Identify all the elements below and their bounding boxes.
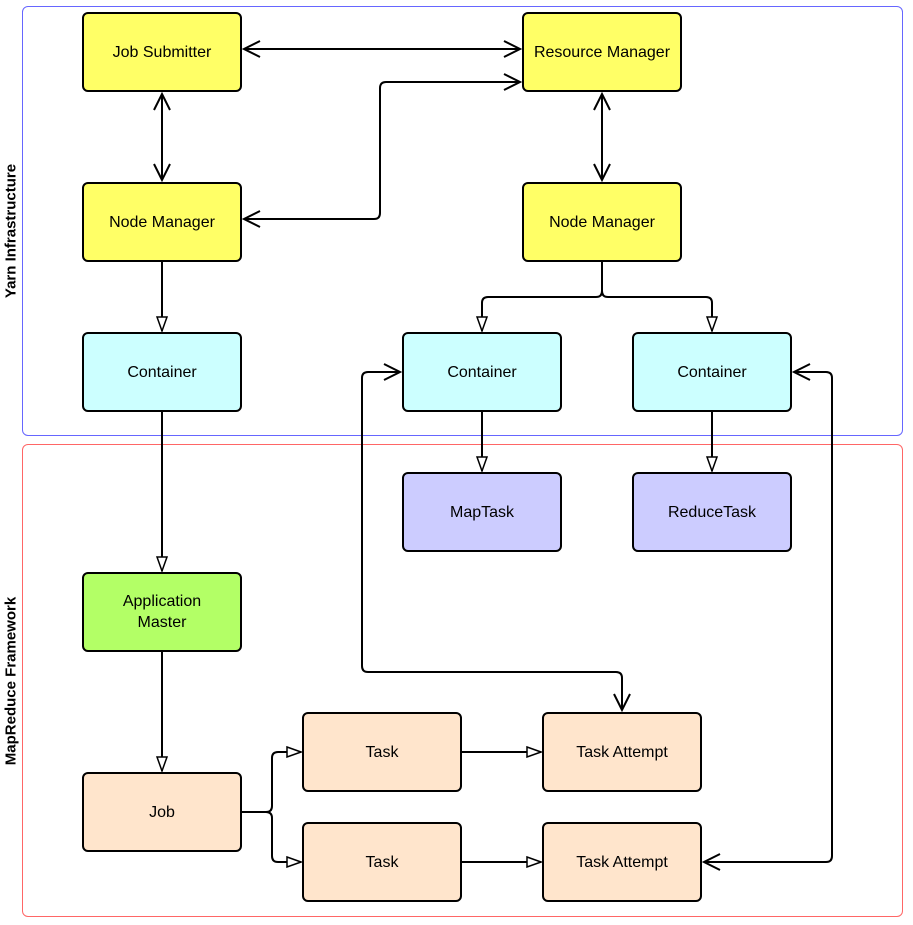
container-right-node[interactable]: Container: [632, 332, 792, 412]
reducetask-node[interactable]: ReduceTask: [632, 472, 792, 552]
task-1-node[interactable]: Task: [302, 712, 462, 792]
edge-nodemanager-right-container-middle: [482, 262, 603, 331]
job-submitter-node[interactable]: Job Submitter: [82, 12, 242, 92]
task-2-node[interactable]: Task: [302, 822, 462, 902]
node-manager-left-node[interactable]: Node Manager: [82, 182, 242, 262]
task-attempt-2-node[interactable]: Task Attempt: [542, 822, 702, 902]
edge-container-right-taskattempt-2: [704, 372, 833, 862]
edge-nodemanager-right-container-right: [601, 290, 712, 331]
resource-manager-node[interactable]: Resource Manager: [522, 12, 682, 92]
node-manager-right-node[interactable]: Node Manager: [522, 182, 682, 262]
maptask-node[interactable]: MapTask: [402, 472, 562, 552]
application-master-node[interactable]: Application Master: [82, 572, 242, 652]
edge-job-task-1: [242, 752, 301, 813]
job-node[interactable]: Job: [82, 772, 242, 852]
container-left-node[interactable]: Container: [82, 332, 242, 412]
edge-nodemanager-left-resourcemanager: [244, 82, 520, 219]
container-middle-node[interactable]: Container: [402, 332, 562, 412]
edge-job-task-2: [265, 811, 301, 862]
task-attempt-1-node[interactable]: Task Attempt: [542, 712, 702, 792]
